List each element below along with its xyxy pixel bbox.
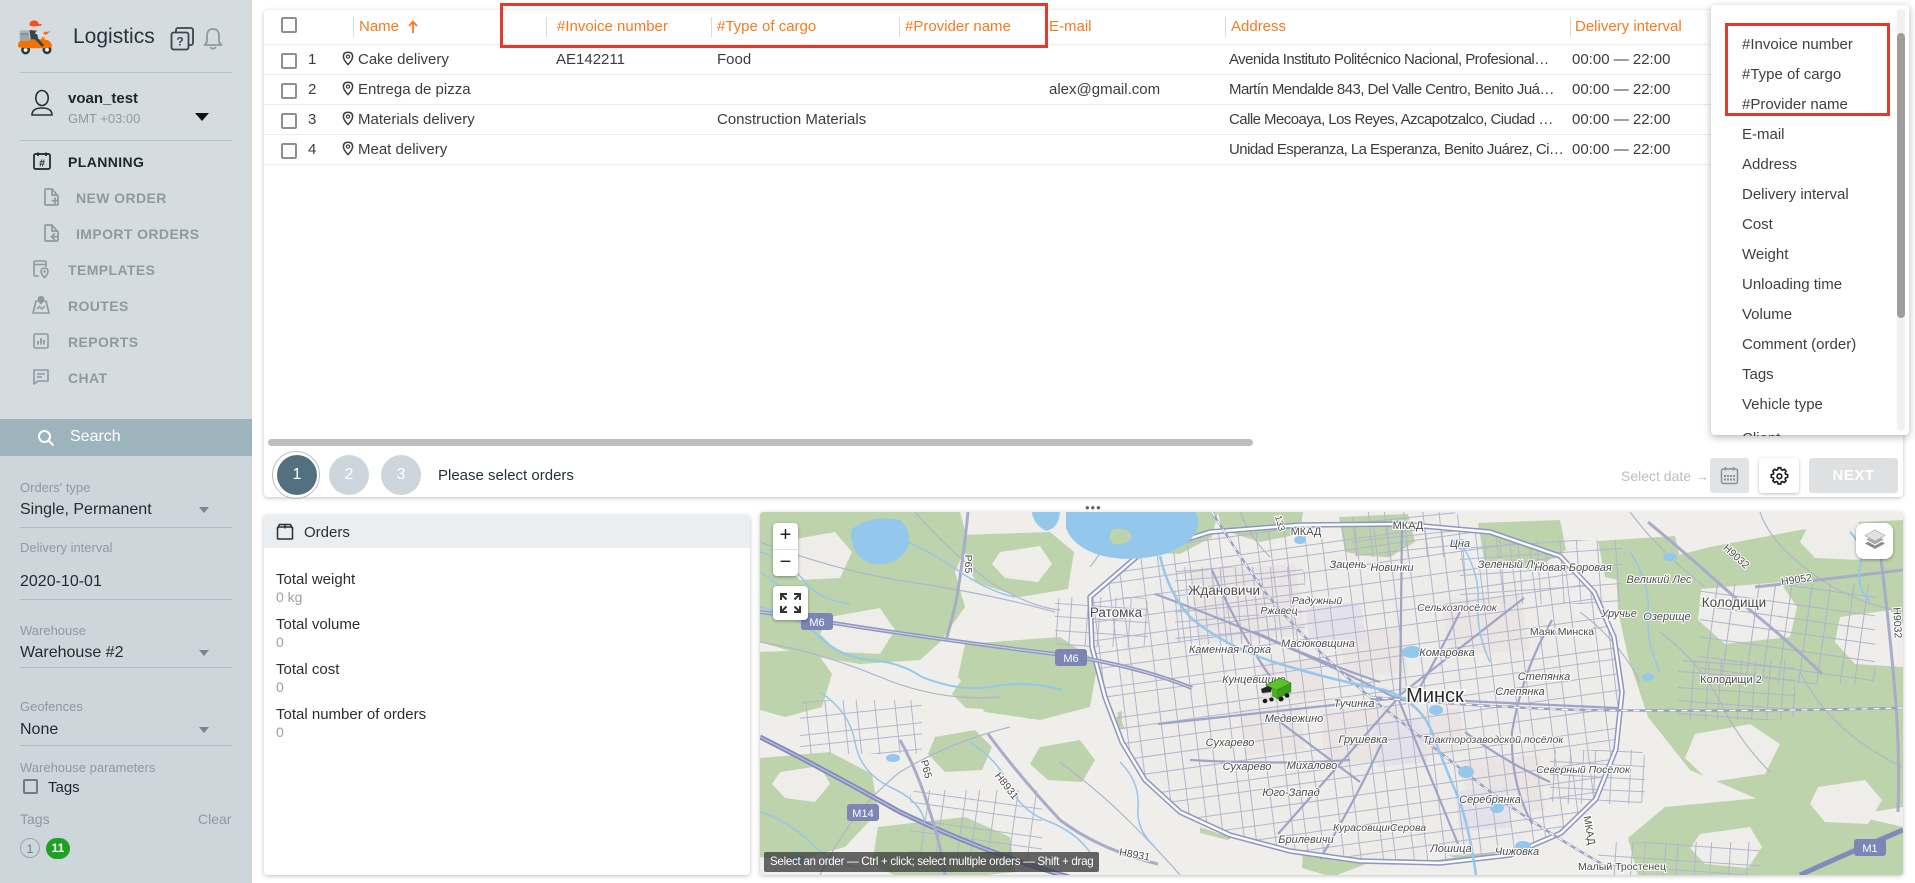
svg-text:Уручье: Уручье [1600,608,1637,620]
svg-text:М6: М6 [809,617,824,629]
svg-text:Р65: Р65 [962,555,974,574]
svg-text:Н9032: Н9032 [1890,607,1903,639]
svg-text:Степянка: Степянка [1518,671,1571,683]
svg-text:Слепянка: Слепянка [1495,686,1545,698]
svg-text:Юго-Запад: Юго-Запад [1262,787,1319,799]
svg-text:Брилевичи: Брилевичи [1278,834,1333,846]
svg-text:М1: М1 [1862,843,1877,855]
svg-text:#: # [39,158,45,170]
svg-text:?: ? [176,35,183,49]
svg-text:Сухарево: Сухарево [1206,737,1255,749]
svg-text:Серебрянка: Серебрянка [1459,794,1521,806]
svg-text:М14: М14 [852,808,873,820]
svg-text:Сухарево: Сухарево [1223,761,1272,773]
svg-text:Чижовка: Чижовка [1495,846,1539,858]
svg-text:Малый Тростенец: Малый Тростенец [1578,861,1666,873]
svg-text:Комаровка: Комаровка [1419,647,1475,659]
svg-text:Новая Боровая: Новая Боровая [1534,562,1612,574]
svg-text:Серова: Серова [1390,822,1426,834]
svg-text:Минск: Минск [1406,685,1464,707]
svg-text:Колодищи 2: Колодищи 2 [1700,674,1762,686]
svg-text:М6: М6 [1063,653,1078,665]
svg-text:МКАД: МКАД [1393,520,1424,532]
svg-text:Озерище: Озерище [1643,611,1690,623]
svg-text:Михалово: Михалово [1287,760,1338,772]
svg-text:МКАД: МКАД [1291,526,1322,538]
svg-text:Северный Посёлок: Северный Посёлок [1536,764,1631,776]
svg-text:Грушевка: Грушевка [1338,734,1387,746]
svg-text:Колодищи: Колодищи [1702,595,1766,610]
svg-text:Лошица: Лошица [1429,843,1471,855]
svg-text:Ждановичи: Ждановичи [1188,583,1260,598]
svg-text:Радужный: Радужный [1292,595,1343,607]
svg-text:Тракторозаводской посёлок: Тракторозаводской посёлок [1423,734,1565,746]
svg-text:Ратомка: Ратомка [1090,605,1143,620]
svg-text:Зацень: Зацень [1329,559,1366,571]
svg-text:Масюковщина: Масюковщина [1281,638,1355,650]
svg-text:Тучинка: Тучинка [1333,698,1374,710]
svg-text:Каменная Горка: Каменная Горка [1189,644,1271,656]
svg-text:Сельхозпосёлок: Сельхозпосёлок [1417,602,1498,614]
svg-text:Маяк Минска: Маяк Минска [1530,626,1594,638]
svg-text:Медвежино: Медвежино [1265,713,1324,725]
svg-text:Великий Лес: Великий Лес [1627,574,1692,586]
svg-text:Цна: Цна [1450,538,1470,550]
svg-text:Новинки: Новинки [1370,562,1413,574]
